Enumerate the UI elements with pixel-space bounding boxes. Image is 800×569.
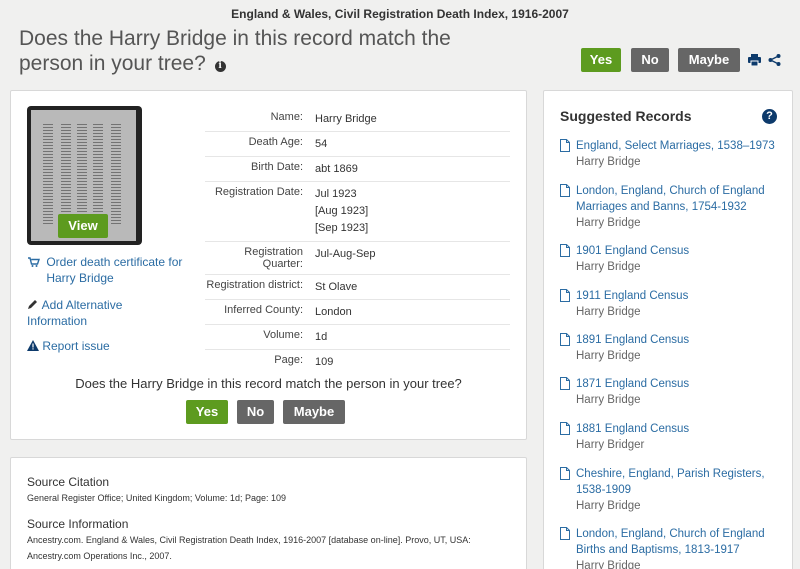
record-details: Name: Harry Bridge Death Age: 54 Birth D…: [205, 107, 510, 374]
suggested-record-item[interactable]: 1871 England Census Harry Bridge: [560, 376, 785, 409]
detail-label: Name:: [270, 111, 303, 123]
suggested-record-item[interactable]: 1911 England Census Harry Bridge: [560, 288, 785, 321]
suggested-record-name: Harry Bridge: [576, 394, 641, 406]
document-icon: [560, 289, 570, 302]
info-icon[interactable]: i: [214, 61, 226, 72]
detail-label: Registration Date:: [214, 186, 303, 198]
suggested-records-title: Suggested Records: [560, 108, 692, 124]
detail-value-line: [Sep 1923]: [315, 222, 369, 234]
detail-value: 1d: [315, 331, 328, 343]
detail-label: Death Age:: [248, 136, 303, 148]
report-issue-label[interactable]: Report issue: [42, 339, 109, 353]
source-citation-text: General Register Office; United Kingdom;…: [27, 493, 286, 503]
pencil-icon: [28, 300, 37, 309]
suggested-record-link[interactable]: Cheshire, England, Parish Registers, 153…: [576, 466, 785, 498]
detail-row-inferred-county: Inferred County: London: [205, 300, 510, 325]
detail-row-page: Page: 109: [205, 350, 510, 374]
view-image-button[interactable]: View: [58, 214, 108, 238]
bottom-match-question: Does the Harry Bridge in this record mat…: [75, 376, 462, 391]
detail-label: Inferred County:: [224, 304, 303, 316]
share-icon[interactable]: [768, 54, 781, 66]
detail-row-name: Name: Harry Bridge: [205, 107, 510, 132]
document-icon: [560, 139, 570, 152]
suggested-record-link[interactable]: 1871 England Census: [576, 376, 785, 392]
page-title: Does the Harry Bridge in this record mat…: [19, 26, 469, 76]
suggested-record-link[interactable]: 1911 England Census: [576, 288, 785, 304]
detail-row-volume: Volume: 1d: [205, 325, 510, 350]
suggested-record-item[interactable]: 1891 England Census Harry Bridge: [560, 332, 785, 365]
suggested-record-item[interactable]: 1901 England Census Harry Bridge: [560, 243, 785, 276]
detail-value: 54: [315, 138, 328, 150]
suggested-record-item[interactable]: England, Select Marriages, 1538–1973 Har…: [560, 138, 785, 171]
suggested-record-link[interactable]: England, Select Marriages, 1538–1973: [576, 138, 785, 154]
suggested-record-link[interactable]: 1901 England Census: [576, 243, 785, 259]
detail-value: Harry Bridge: [315, 113, 377, 125]
source-citation-heading: Source Citation: [27, 475, 110, 489]
detail-label: Registration district:: [206, 279, 303, 291]
detail-value: St Olave: [315, 281, 358, 293]
detail-row-birth-date: Birth Date: abt 1869: [205, 157, 510, 182]
suggested-record-item[interactable]: 1881 England Census Harry Bridger: [560, 421, 785, 454]
suggested-record-item[interactable]: London, England, Church of England Birth…: [560, 526, 785, 569]
detail-value-line: [Aug 1923]: [315, 205, 369, 217]
order-certificate-link[interactable]: Order death certificate for Harry Bridge: [28, 254, 191, 286]
suggested-record-name: Harry Bridger: [576, 439, 645, 451]
document-icon: [560, 333, 570, 346]
detail-row-registration-district: Registration district: St Olave: [205, 275, 510, 300]
yes-button[interactable]: Yes: [581, 48, 621, 72]
bottom-maybe-button[interactable]: Maybe: [283, 400, 345, 424]
suggested-record-name: Harry Bridge: [576, 261, 641, 273]
detail-label: Birth Date:: [251, 161, 303, 173]
report-issue-link[interactable]: Report issue: [27, 338, 110, 354]
suggested-record-name: Harry Bridge: [576, 156, 641, 168]
detail-label: Volume:: [263, 329, 303, 341]
page-title-text: Does the Harry Bridge in this record mat…: [19, 27, 451, 75]
detail-label: Page:: [274, 354, 303, 366]
detail-value-line: Jul 1923: [315, 188, 357, 200]
document-icon: [560, 184, 570, 197]
source-information-heading: Source Information: [27, 517, 129, 531]
suggested-record-name: Harry Bridge: [576, 306, 641, 318]
help-icon[interactable]: ?: [762, 109, 777, 124]
suggested-record-link[interactable]: 1891 England Census: [576, 332, 785, 348]
warning-icon: [27, 340, 39, 351]
cart-icon: [28, 257, 40, 267]
detail-value: London: [315, 306, 352, 318]
order-certificate-label[interactable]: Order death certificate for Harry Bridge: [43, 254, 191, 286]
suggested-record-item[interactable]: London, England, Church of England Marri…: [560, 183, 785, 232]
detail-row-death-age: Death Age: 54: [205, 132, 510, 157]
document-icon: [560, 527, 570, 540]
add-alternative-link[interactable]: Add Alternative Information: [27, 297, 157, 329]
detail-value: Jul-Aug-Sep: [315, 248, 376, 260]
detail-label: Registration Quarter:: [244, 246, 303, 270]
suggested-record-name: Harry Bridge: [576, 217, 641, 229]
bottom-no-button[interactable]: No: [237, 400, 274, 424]
suggested-record-link[interactable]: London, England, Church of England Birth…: [576, 526, 785, 558]
document-icon: [560, 422, 570, 435]
detail-value: abt 1869: [315, 163, 358, 175]
suggested-record-name: Harry Bridge: [576, 350, 641, 362]
detail-row-registration-quarter: Registration Quarter: Jul-Aug-Sep: [205, 242, 510, 275]
add-alternative-label[interactable]: Add Alternative Information: [27, 298, 122, 328]
suggested-record-name: Harry Bridge: [576, 560, 641, 569]
no-button[interactable]: No: [631, 48, 669, 72]
detail-value: 109: [315, 356, 334, 368]
collection-title: England & Wales, Civil Registration Deat…: [231, 7, 569, 21]
suggested-record-item[interactable]: Cheshire, England, Parish Registers, 153…: [560, 466, 785, 515]
document-icon: [560, 244, 570, 257]
document-icon: [560, 377, 570, 390]
detail-value: Jul 1923 [Aug 1923] [Sep 1923]: [315, 186, 510, 237]
suggested-record-name: Harry Bridge: [576, 500, 641, 512]
detail-row-registration-date: Registration Date: Jul 1923 [Aug 1923] […: [205, 182, 510, 242]
suggested-record-link[interactable]: London, England, Church of England Marri…: [576, 183, 785, 215]
document-icon: [560, 467, 570, 480]
bottom-yes-button[interactable]: Yes: [186, 400, 228, 424]
source-information-text: Ancestry.com. England & Wales, Civil Reg…: [27, 535, 471, 561]
print-icon[interactable]: [748, 54, 761, 66]
maybe-button[interactable]: Maybe: [678, 48, 740, 72]
suggested-record-link[interactable]: 1881 England Census: [576, 421, 785, 437]
